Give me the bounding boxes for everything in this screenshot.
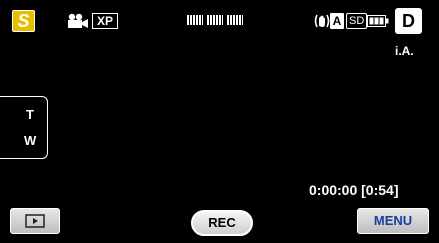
- battery-icon: [367, 15, 389, 27]
- image-stabilizer-icon: [314, 14, 330, 28]
- zoom-control-panel[interactable]: T W: [0, 96, 48, 159]
- date-segment: [227, 15, 243, 25]
- playback-button[interactable]: [10, 208, 60, 234]
- display-button[interactable]: D: [395, 8, 422, 34]
- play-icon: [25, 214, 45, 228]
- menu-button[interactable]: MENU: [357, 208, 429, 234]
- date-segment: [207, 15, 223, 25]
- recording-mode-s-badge: S: [12, 10, 35, 32]
- movie-camera-icon: [68, 13, 88, 28]
- camcorder-lcd-screen: S XP A SD D i.A. T W 0:00:00 [0:54] REC …: [0, 0, 439, 243]
- zoom-wide-button[interactable]: W: [24, 133, 36, 148]
- recording-time-display: 0:00:00 [0:54]: [309, 182, 399, 198]
- date-display: [187, 15, 243, 25]
- recording-mode-label: S: [17, 11, 30, 31]
- sd-card-badge: SD: [346, 13, 368, 29]
- auto-mode-badge: A: [330, 13, 344, 29]
- video-quality-badge: XP: [92, 13, 119, 29]
- zoom-tele-button[interactable]: T: [26, 107, 34, 122]
- rec-button[interactable]: REC: [191, 210, 253, 236]
- intelligent-auto-label: i.A.: [395, 44, 414, 58]
- date-segment: [187, 15, 203, 25]
